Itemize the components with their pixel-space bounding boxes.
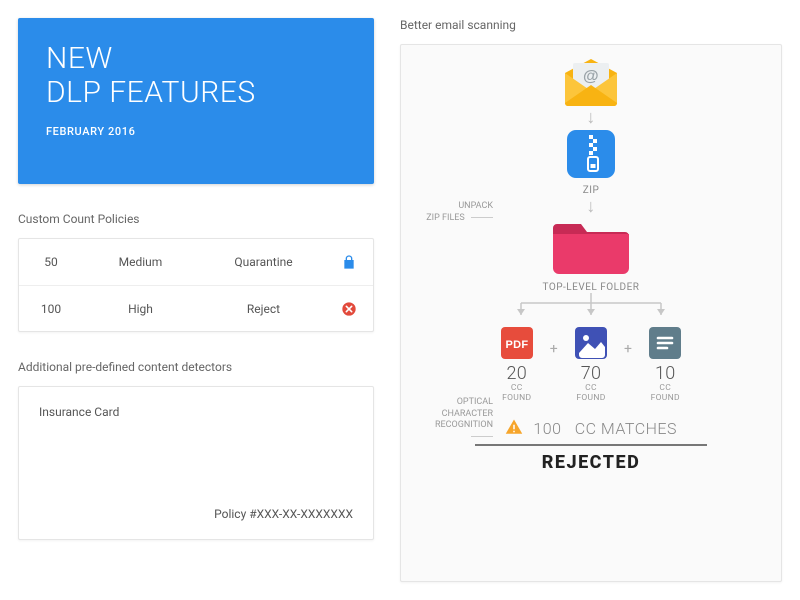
hero-title: NEW DLP FEATURES [46,42,346,109]
folder-label: TOP-LEVEL FOLDER [401,282,781,293]
policy-severity: High [79,302,202,316]
right-column: Better email scanning UNPACK ZIP FILES O… [400,18,782,582]
detector-card: Insurance Card Policy #XXX-XX-XXXXXXX [18,386,374,540]
result-text: CC MATCHES [575,419,677,438]
file-unit: CC FOUND [562,384,620,404]
table-row: 100 High Reject [19,285,373,331]
file-pdf: PDF 20 CC FOUND [488,327,546,404]
file-count: 70 [562,363,620,384]
plus-icon: + [550,341,558,357]
result-box: 100 CC MATCHES REJECTED [475,418,707,473]
doc-icon [649,327,681,359]
policy-count: 50 [19,255,79,269]
table-row: 50 Medium Quarantine [19,239,373,285]
detectors-label: Additional pre-defined content detectors [18,360,374,374]
detector-policy-number: Policy #XXX-XX-XXXXXXX [39,507,353,521]
arrow-down-icon: ↓ [401,113,781,123]
files-row: PDF 20 CC FOUND + [401,327,781,404]
email-icon: @ [401,59,781,107]
hero-date: FEBRUARY 2016 [46,125,346,138]
result-count: 100 [533,419,561,438]
branch-connector-icon [491,293,691,323]
svg-text:@: @ [583,68,599,85]
hero-banner: NEW DLP FEATURES FEBRUARY 2016 [18,18,374,184]
flow-label: Better email scanning [400,18,782,32]
zip-label: ZIP [401,185,781,196]
policies-label: Custom Count Policies [18,212,374,226]
caption-connector [471,217,493,218]
unpack-caption: UNPACK ZIP FILES [413,201,493,224]
policy-action: Reject [202,302,325,316]
zip-icon [401,129,781,179]
file-image: 70 CC FOUND [562,327,620,404]
policy-count: 100 [19,302,79,316]
result-line: 100 CC MATCHES [475,418,707,438]
file-doc: 10 CC FOUND [636,327,694,404]
policy-action: Quarantine [202,255,325,269]
hero-title-line1: NEW [46,41,113,76]
lock-icon [325,254,373,270]
ocr-caption: OPTICAL CHARACTER RECOGNITION [413,397,493,444]
policy-severity: Medium [79,255,202,269]
file-count: 10 [636,363,694,384]
file-count: 20 [488,363,546,384]
policy-table: 50 Medium Quarantine 100 High Reject [18,238,374,332]
flow-panel: UNPACK ZIP FILES OPTICAL CHARACTER RECOG… [400,44,782,582]
detector-item: Insurance Card [39,405,353,419]
folder-icon [401,218,781,276]
svg-text:PDF: PDF [505,339,528,351]
reject-icon [325,301,373,317]
unpack-caption-text: UNPACK ZIP FILES [426,201,493,223]
hero-title-line2: DLP FEATURES [46,75,256,110]
image-icon [575,327,607,359]
left-column: NEW DLP FEATURES FEBRUARY 2016 Custom Co… [18,18,374,582]
rejected-label: REJECTED [475,452,707,473]
page-root: NEW DLP FEATURES FEBRUARY 2016 Custom Co… [0,0,800,600]
warning-icon [505,418,523,436]
result-divider [475,444,707,446]
caption-connector [471,436,493,437]
file-unit: CC FOUND [636,384,694,404]
ocr-caption-text: OPTICAL CHARACTER RECOGNITION [435,397,493,430]
file-unit: CC FOUND [488,384,546,404]
plus-icon: + [624,341,632,357]
pdf-icon: PDF [501,327,533,359]
